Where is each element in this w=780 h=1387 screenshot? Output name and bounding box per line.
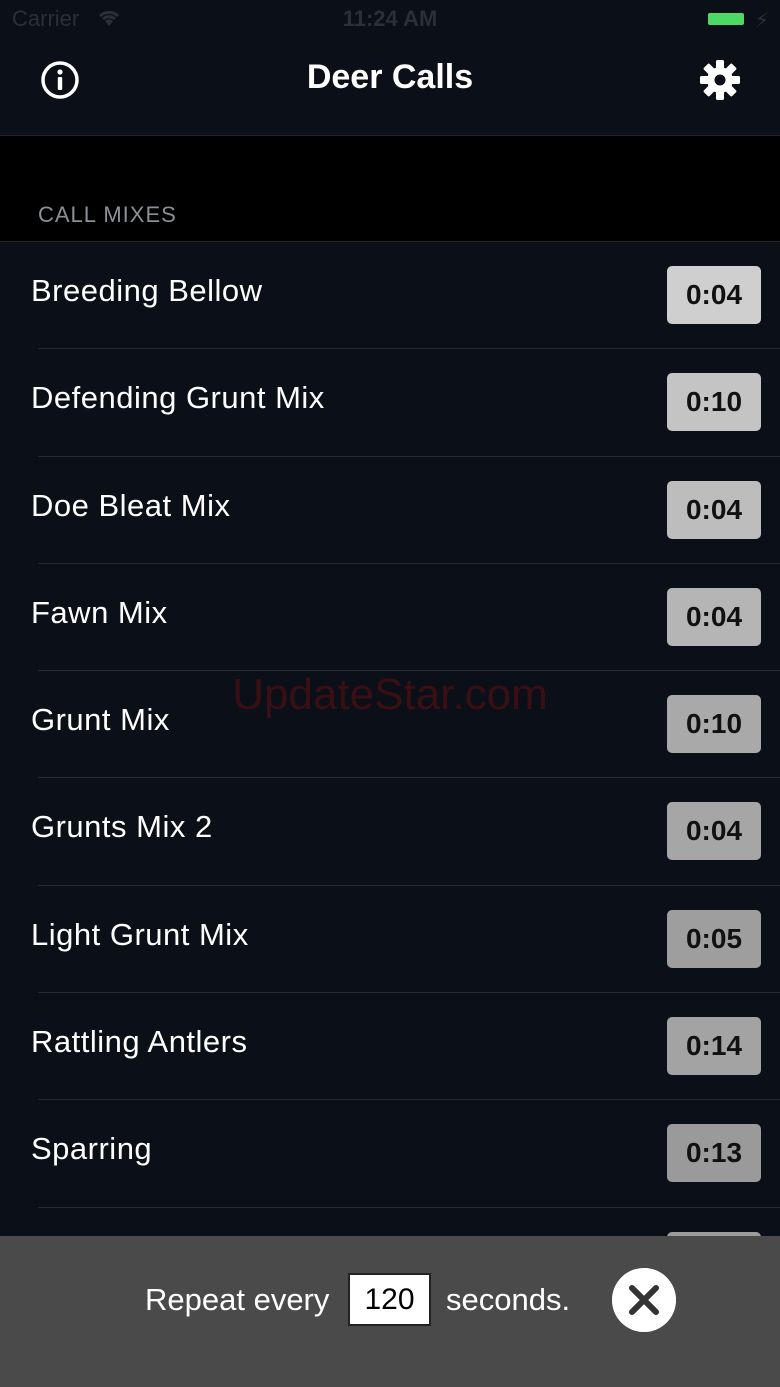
status-time: 11:24 AM <box>342 6 438 31</box>
list-item[interactable]: Grunt Mix 0:10 <box>0 671 780 779</box>
duration-badge: 0:04 <box>667 480 761 539</box>
duration-badge: 0:10 <box>667 373 761 432</box>
call-list: Breeding Bellow 0:04 Defending Grunt Mix… <box>0 242 780 1236</box>
call-name: Grunt Mix <box>31 702 170 738</box>
call-name: Light Grunt Mix <box>31 916 249 952</box>
duration-badge: 0:05 <box>667 909 761 968</box>
gear-icon[interactable] <box>698 58 742 102</box>
list-item[interactable]: Breeding Bellow 0:04 <box>0 242 780 350</box>
list-item[interactable] <box>0 1208 780 1236</box>
duration-badge: 0:13 <box>667 1124 761 1183</box>
list-item[interactable]: Sparring 0:13 <box>0 1100 780 1208</box>
battery-icon <box>708 13 744 25</box>
call-name: Rattling Antlers <box>31 1024 248 1060</box>
duration-badge: 0:04 <box>667 587 761 646</box>
status-bar: Carrier 11:24 AM ⚡ <box>0 0 780 40</box>
duration-badge: 0:14 <box>667 1017 761 1076</box>
close-icon[interactable] <box>612 1268 676 1332</box>
call-name: Doe Bleat Mix <box>31 487 231 523</box>
repeat-bar: Repeat every seconds. <box>0 1236 780 1387</box>
section-header: CALL MIXES <box>38 202 177 227</box>
list-item[interactable]: Grunts Mix 2 0:04 <box>0 778 780 886</box>
list-item[interactable]: Rattling Antlers 0:14 <box>0 993 780 1101</box>
navigation-bar: Deer Calls <box>0 40 780 136</box>
repeat-prefix-label: Repeat every <box>145 1282 330 1317</box>
repeat-interval-input[interactable] <box>348 1273 431 1326</box>
call-name: Defending Grunt Mix <box>31 380 325 416</box>
call-name: Breeding Bellow <box>31 273 263 308</box>
charging-icon: ⚡ <box>755 10 770 32</box>
list-item[interactable]: Doe Bleat Mix 0:04 <box>0 457 780 564</box>
list-item[interactable]: Fawn Mix 0:04 <box>0 564 780 672</box>
list-item[interactable]: Light Grunt Mix 0:05 <box>0 886 780 994</box>
repeat-suffix-label: seconds. <box>446 1282 571 1317</box>
duration-badge: 0:04 <box>667 266 761 324</box>
call-name: Fawn Mix <box>31 594 168 630</box>
call-name: Sparring <box>31 1131 153 1167</box>
duration-badge: 0:10 <box>667 695 761 754</box>
duration-badge: 0:04 <box>667 802 761 861</box>
page-title: Deer Calls <box>306 58 474 96</box>
list-item[interactable]: Defending Grunt Mix 0:10 <box>0 349 780 457</box>
call-name: Grunts Mix 2 <box>31 809 213 845</box>
